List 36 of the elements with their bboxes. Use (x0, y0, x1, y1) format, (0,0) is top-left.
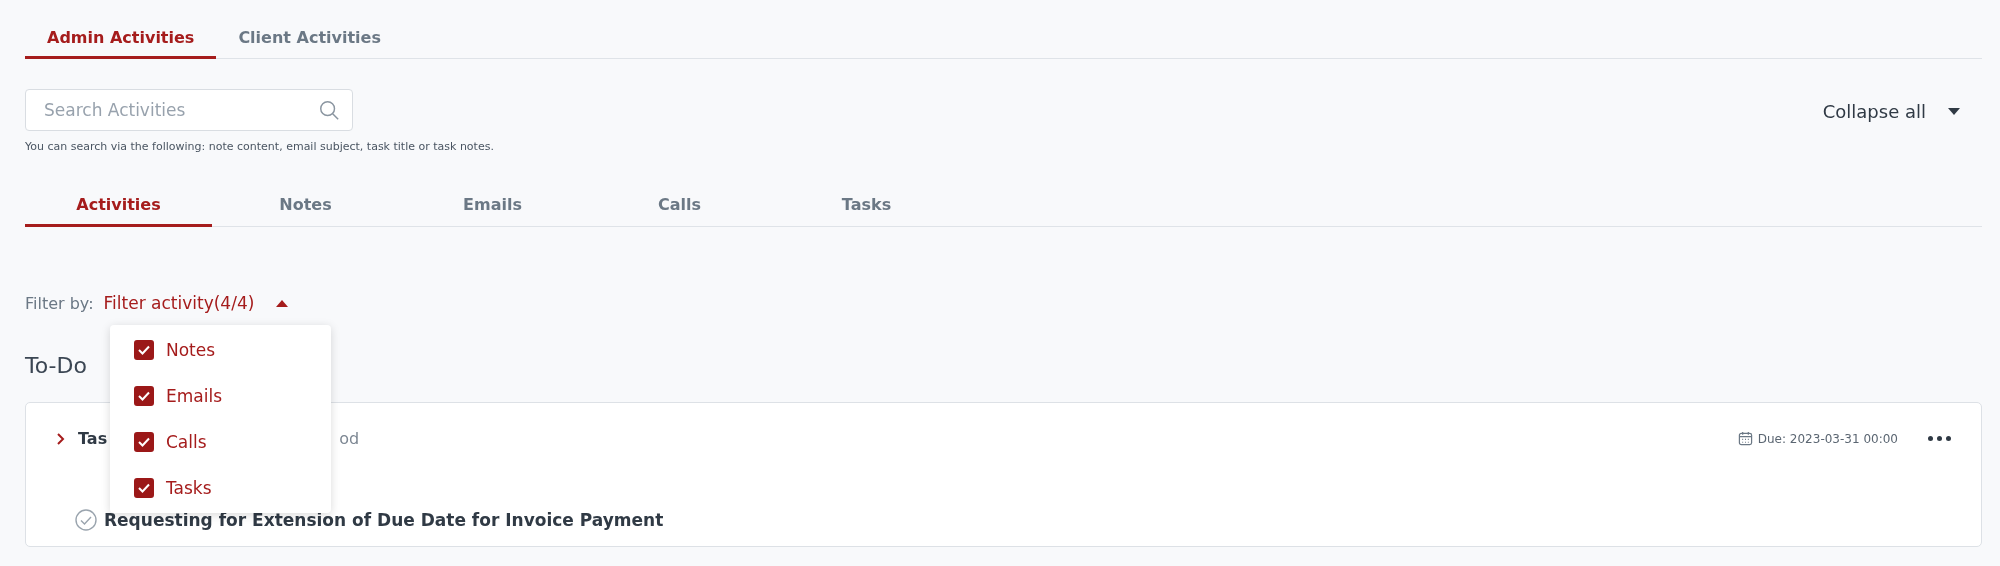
due-text: Due: 2023-03-31 00:00 (1757, 431, 1898, 446)
calendar-icon (1737, 431, 1753, 446)
filter-option[interactable]: Tasks (110, 465, 331, 511)
filter-option[interactable]: Emails (110, 373, 331, 419)
search-input[interactable]: Search Activities (42, 99, 318, 121)
tab[interactable]: Calls (586, 187, 773, 227)
check-icon (137, 343, 151, 357)
section-title: To-Do (25, 353, 87, 378)
collapse-all-dropdown[interactable]: Collapse all (1822, 101, 1960, 122)
chevron-icon[interactable] (56, 431, 66, 446)
checkbox[interactable] (134, 478, 154, 498)
filter-option[interactable]: Notes (110, 327, 331, 373)
tab[interactable]: Tasks (773, 187, 960, 227)
search-icon (318, 99, 340, 121)
task-subject: Requesting for Extension of Due Date for Invoice Payment (104, 510, 664, 530)
tab[interactable]: Activities (25, 187, 212, 227)
filter-dropdown[interactable]: Filter activity(4/4) (103, 293, 289, 313)
filter-option[interactable]: Calls (110, 419, 331, 465)
check-icon (137, 435, 151, 449)
tab[interactable]: Emails (399, 187, 586, 227)
tab[interactable]: Notes (212, 187, 399, 227)
search-hint: You can search via the following: note content, email subject, task title or task notes. (25, 140, 494, 153)
task-type: Tas (78, 429, 108, 448)
tab[interactable]: Admin Activities (25, 18, 217, 59)
search-field[interactable]: Search Activities (25, 89, 353, 131)
filter-label: Filter by: (25, 293, 94, 313)
checkbox[interactable] (134, 340, 154, 360)
check-circle-icon[interactable] (74, 508, 98, 532)
checkbox[interactable] (134, 432, 154, 452)
caret-icon (276, 299, 289, 307)
tab[interactable]: Client Activities (216, 18, 403, 59)
check-icon (137, 389, 151, 403)
checkbox[interactable] (134, 386, 154, 406)
check-icon (137, 481, 151, 495)
caret-icon (1948, 108, 1960, 115)
task-title: od (339, 429, 360, 448)
